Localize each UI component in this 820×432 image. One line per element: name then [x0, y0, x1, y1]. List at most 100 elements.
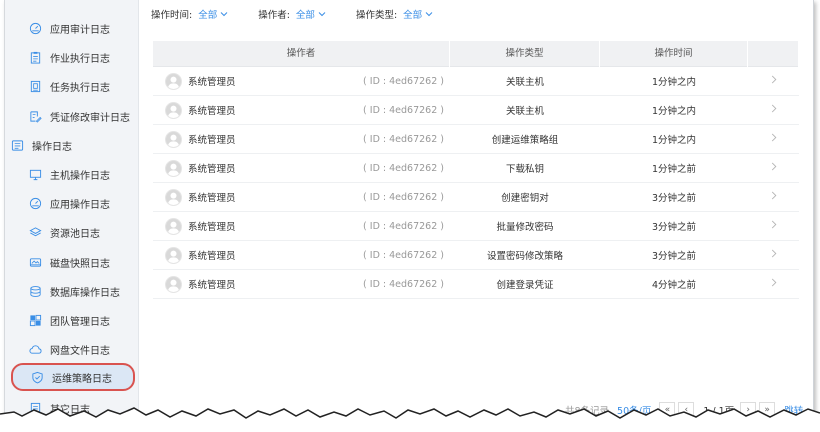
type-filter-label: 操作类型: — [355, 10, 398, 21]
chevron-right-icon — [771, 249, 777, 261]
app-window: 应用审计日志作业执行日志任务执行日志凭证修改审计日志 操作日志 主机操作日志应用操作… — [4, 0, 814, 428]
log-table: 操作者 操作类型 操作时间 系统管理员 ( ID : 4ed67262 ) 关联… — [153, 40, 799, 299]
layers-icon — [29, 226, 42, 239]
speedometer-icon — [29, 197, 42, 210]
table-row[interactable]: 系统管理员 ( ID : 4ed67262 ) 关联主机 1分钟之内 — [153, 67, 799, 96]
time-filter-value[interactable]: 全部 — [198, 7, 217, 21]
operator-name: 系统管理员 — [188, 280, 236, 291]
operation-time: 1分钟之内 — [651, 135, 697, 146]
type-filter[interactable]: 操作类型: 全部 — [356, 7, 433, 21]
sidebar-item[interactable]: 作业执行日志 — [5, 43, 139, 72]
time-filter[interactable]: 操作时间: 全部 — [151, 7, 228, 21]
sidebar-item[interactable]: 网盘文件日志 — [5, 335, 139, 364]
row-detail-button[interactable] — [748, 67, 799, 96]
filter-bar: 操作时间: 全部 操作者: 全部 操作类型: 全部 — [151, 5, 463, 23]
sidebar-item-label: 数据库操作日志 — [50, 287, 120, 299]
table-row[interactable]: 系统管理员 ( ID : 4ed67262 ) 批量修改密码 3分钟之前 — [153, 212, 799, 241]
operator-filter-value[interactable]: 全部 — [296, 7, 315, 21]
table-row[interactable]: 系统管理员 ( ID : 4ed67262 ) 创建密钥对 3分钟之前 — [153, 183, 799, 212]
row-detail-button[interactable] — [748, 212, 799, 241]
sidebar-item-label: 应用审计日志 — [50, 25, 110, 36]
database-icon — [29, 285, 42, 298]
torn-edge — [0, 407, 820, 432]
header-time: 操作时间 — [600, 40, 748, 67]
chevron-right-icon — [771, 162, 777, 174]
operator-id: ( ID : 4ed67262 ) — [363, 162, 444, 174]
operation-time: 3分钟之前 — [651, 251, 697, 262]
chevron-down-icon — [318, 12, 326, 17]
sidebar-item[interactable]: 主机操作日志 — [5, 160, 139, 189]
chevron-right-icon — [771, 191, 777, 203]
sidebar-item-label: 资源池日志 — [50, 229, 100, 241]
chevron-right-icon — [771, 133, 777, 145]
operation-type: 关联主机 — [505, 106, 544, 117]
sidebar-item-label: 网盘文件日志 — [50, 346, 110, 358]
row-detail-button[interactable] — [748, 241, 799, 270]
sidebar-item[interactable]: 团队管理日志 — [5, 306, 139, 335]
sidebar: 应用审计日志作业执行日志任务执行日志凭证修改审计日志 操作日志 主机操作日志应用操作… — [5, 0, 139, 428]
time-filter-label: 操作时间: — [151, 10, 193, 21]
sidebar-item[interactable]: 操作日志 — [5, 131, 139, 160]
operation-time: 3分钟之前 — [651, 193, 697, 204]
header-operator: 操作者 — [153, 40, 450, 67]
sidebar-item[interactable]: 数据库操作日志 — [5, 277, 139, 306]
operator-filter-label: 操作者: — [258, 10, 290, 21]
operation-time: 1分钟之内 — [651, 106, 697, 117]
operator-filter[interactable]: 操作者: 全部 — [258, 7, 326, 21]
operation-type: 设置密码修改策略 — [486, 251, 563, 262]
task-doc-icon — [29, 80, 42, 93]
row-detail-button[interactable] — [748, 96, 799, 125]
row-detail-button[interactable] — [748, 183, 799, 212]
table-row[interactable]: 系统管理员 ( ID : 4ed67262 ) 创建运维策略组 1分钟之内 — [153, 125, 799, 154]
chevron-right-icon — [771, 75, 777, 87]
operator-cell: 系统管理员 ( ID : 4ed67262 ) — [153, 96, 450, 125]
avatar-icon — [165, 217, 182, 235]
table-row[interactable]: 系统管理员 ( ID : 4ed67262 ) 关联主机 1分钟之内 — [153, 96, 799, 125]
operation-time: 3分钟之前 — [651, 222, 697, 233]
sidebar-item[interactable]: 任务执行日志 — [5, 72, 139, 101]
operation-type: 下载私钥 — [505, 164, 544, 175]
operation-time: 1分钟之前 — [651, 164, 697, 175]
operator-cell: 系统管理员 ( ID : 4ed67262 ) — [153, 67, 450, 96]
sidebar-item-label: 任务执行日志 — [50, 83, 110, 95]
row-detail-button[interactable] — [748, 154, 799, 183]
sidebar-item[interactable]: 应用操作日志 — [5, 189, 139, 218]
operator-cell: 系统管理员 ( ID : 4ed67262 ) — [153, 154, 450, 183]
table-row[interactable]: 系统管理员 ( ID : 4ed67262 ) 下载私钥 1分钟之前 — [153, 154, 799, 183]
speedometer-icon — [29, 22, 42, 35]
operator-cell: 系统管理员 ( ID : 4ed67262 ) — [153, 183, 450, 212]
chevron-right-icon — [771, 278, 777, 290]
operation-time: 1分钟之内 — [651, 77, 697, 88]
operator-id: ( ID : 4ed67262 ) — [363, 191, 444, 203]
sidebar-item-label: 团队管理日志 — [50, 317, 110, 328]
operator-id: ( ID : 4ed67262 ) — [363, 133, 444, 145]
chevron-right-icon — [771, 220, 777, 232]
operation-type: 创建密钥对 — [501, 193, 549, 204]
log-group-icon — [11, 139, 24, 152]
operator-cell: 系统管理员 ( ID : 4ed67262 ) — [153, 125, 450, 154]
operator-id: ( ID : 4ed67262 ) — [363, 104, 444, 116]
chevron-right-icon — [771, 104, 777, 116]
operation-time: 4分钟之前 — [651, 280, 697, 291]
sidebar-item-label: 运维策略日志 — [52, 373, 112, 385]
table-header: 操作者 操作类型 操作时间 — [153, 40, 799, 67]
operator-id: ( ID : 4ed67262 ) — [363, 75, 444, 87]
table-row[interactable]: 系统管理员 ( ID : 4ed67262 ) 创建登录凭证 4分钟之前 — [153, 270, 799, 299]
sidebar-item[interactable]: 应用审计日志 — [5, 14, 139, 43]
operator-cell: 系统管理员 ( ID : 4ed67262 ) — [153, 270, 450, 299]
operator-name: 系统管理员 — [188, 106, 236, 117]
sidebar-item[interactable]: 运维策略日志 — [11, 363, 135, 392]
sidebar-item[interactable]: 资源池日志 — [5, 218, 139, 247]
row-detail-button[interactable] — [748, 125, 799, 154]
sidebar-item[interactable]: 磁盘快照日志 — [5, 248, 139, 277]
operator-name: 系统管理员 — [188, 251, 236, 262]
operator-cell: 系统管理员 ( ID : 4ed67262 ) — [153, 212, 450, 241]
operation-type: 关联主机 — [505, 77, 544, 88]
operator-name: 系统管理员 — [188, 222, 236, 233]
team-grid-icon — [29, 314, 42, 327]
table-row[interactable]: 系统管理员 ( ID : 4ed67262 ) 设置密码修改策略 3分钟之前 — [153, 241, 799, 270]
sidebar-item[interactable]: 凭证修改审计日志 — [5, 102, 139, 131]
sidebar-item-label: 应用操作日志 — [50, 200, 110, 212]
row-detail-button[interactable] — [748, 270, 799, 299]
type-filter-value[interactable]: 全部 — [403, 7, 422, 21]
